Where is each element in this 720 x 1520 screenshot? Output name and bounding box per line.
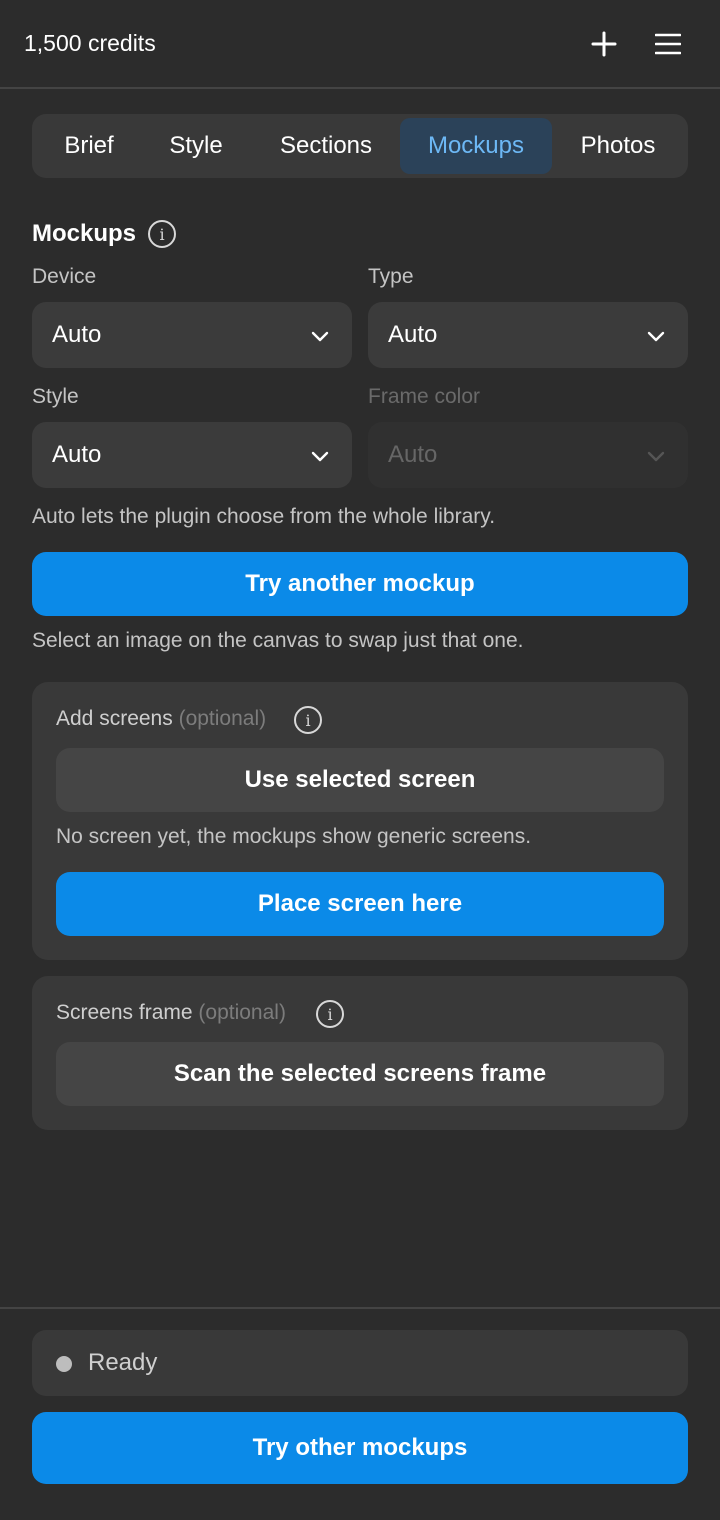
- type-value: Auto: [388, 321, 438, 348]
- screens-frame-label-text: Screens frame: [56, 1001, 193, 1024]
- add-screens-label-text: Add screens: [56, 707, 173, 730]
- add-button[interactable]: [582, 22, 626, 66]
- chevron-down-icon: [311, 451, 329, 462]
- type-label: Type: [368, 265, 414, 288]
- info-icon[interactable]: i: [316, 1000, 344, 1028]
- screens-frame-label: Screens frame (optional): [56, 1001, 286, 1025]
- status-bar: Ready: [32, 1330, 688, 1396]
- device-select[interactable]: Auto: [32, 302, 352, 368]
- device-label: Device: [32, 265, 97, 288]
- add-screens-card: Add screens (optional) i Use selected sc…: [32, 682, 688, 960]
- footer-divider: [0, 1307, 720, 1309]
- info-icon[interactable]: i: [294, 706, 322, 734]
- frame-color-select: Auto: [368, 422, 688, 488]
- frame-color-label: Frame color: [368, 385, 481, 408]
- tab-photos[interactable]: Photos: [558, 118, 678, 174]
- optional-tag: (optional): [198, 1001, 286, 1024]
- section-title: Mockups: [32, 220, 137, 247]
- auto-helper-text: Auto lets the plugin choose from the who…: [32, 505, 496, 528]
- chevron-down-icon: [311, 331, 329, 342]
- place-screen-here-button[interactable]: Place screen here: [56, 872, 664, 936]
- tab-style[interactable]: Style: [144, 118, 248, 174]
- use-selected-screen-button[interactable]: Use selected screen: [56, 748, 664, 812]
- frame-color-value: Auto: [388, 441, 438, 468]
- tab-mockups[interactable]: Mockups: [400, 118, 552, 174]
- plus-icon: [591, 31, 617, 57]
- tab-brief[interactable]: Brief: [42, 118, 136, 174]
- scan-screens-frame-button[interactable]: Scan the selected screens frame: [56, 1042, 664, 1106]
- credits-count: 1,500 credits: [24, 30, 156, 56]
- menu-button[interactable]: [646, 22, 690, 66]
- try-another-mockup-button[interactable]: Try another mockup: [32, 552, 688, 616]
- chevron-down-icon: [647, 331, 665, 342]
- style-select[interactable]: Auto: [32, 422, 352, 488]
- screens-frame-card: Screens frame (optional) i Scan the sele…: [32, 976, 688, 1130]
- style-label: Style: [32, 385, 79, 408]
- add-screens-helper-text: No screen yet, the mockups show generic …: [56, 825, 532, 848]
- tab-sections[interactable]: Sections: [256, 118, 396, 174]
- chevron-down-icon: [647, 451, 665, 462]
- tab-bar: Brief Style Sections Mockups Photos: [32, 114, 688, 178]
- status-text: Ready: [88, 1349, 158, 1376]
- try-other-mockups-button[interactable]: Try other mockups: [32, 1412, 688, 1484]
- optional-tag: (optional): [178, 707, 267, 730]
- type-select[interactable]: Auto: [368, 302, 688, 368]
- status-dot-icon: [56, 1356, 72, 1372]
- style-value: Auto: [52, 441, 102, 468]
- add-screens-label: Add screens (optional): [56, 707, 266, 731]
- device-value: Auto: [52, 321, 102, 348]
- hamburger-menu-icon: [655, 33, 681, 55]
- swap-helper-text: Select an image on the canvas to swap ju…: [32, 629, 524, 652]
- header-bar: 1,500 credits: [0, 0, 720, 89]
- info-icon[interactable]: i: [148, 220, 176, 248]
